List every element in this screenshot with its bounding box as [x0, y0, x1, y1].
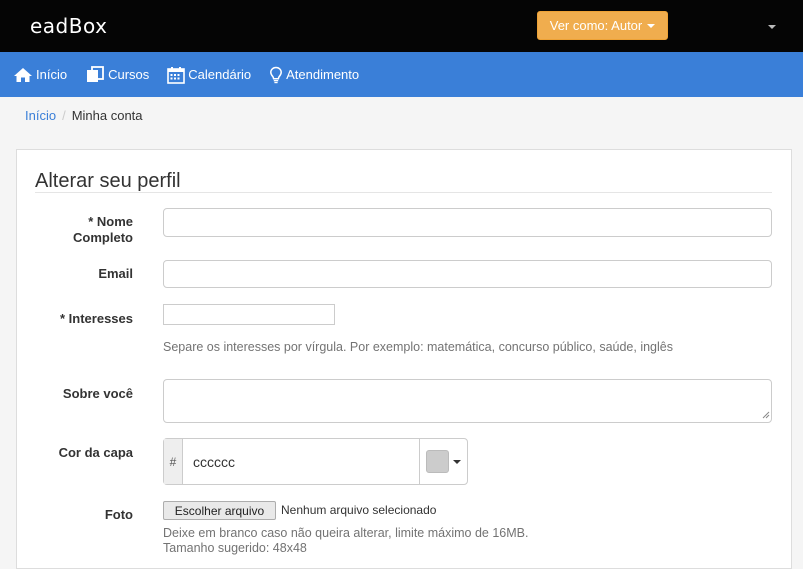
view-as-label: Ver como: Autor: [549, 18, 643, 33]
color-swatch: [426, 450, 449, 473]
nav-item-label: Calendário: [188, 67, 252, 82]
email-label: Email: [98, 266, 133, 281]
choose-file-button[interactable]: Escolher arquivo: [163, 501, 276, 520]
interests-label: * Interesses: [60, 311, 133, 326]
breadcrumb-current: Minha conta: [71, 108, 143, 123]
lightbulb-icon: [270, 66, 283, 83]
top-bar: eadBox Ver como: Autor: [0, 0, 803, 52]
photo-help-limit: Deixe em branco caso não queira alterar,…: [163, 526, 529, 540]
title-divider: [35, 192, 772, 193]
breadcrumb-home-link[interactable]: Início: [25, 108, 56, 123]
photo-label: Foto: [104, 507, 133, 522]
cover-color-label: Cor da capa: [58, 445, 133, 460]
name-label: * Nome Completo: [73, 214, 133, 245]
resize-handle-icon[interactable]: [761, 410, 770, 419]
nav-item-label: Cursos: [108, 67, 150, 82]
full-name-input[interactable]: [163, 208, 772, 237]
eadbox-logo[interactable]: eadBox: [30, 14, 107, 38]
calendar-icon: [167, 66, 186, 84]
cover-color-picker: # cccccc: [163, 438, 468, 485]
cover-color-input[interactable]: cccccc: [183, 439, 420, 484]
hash-addon: #: [164, 439, 183, 484]
color-swatch-button[interactable]: [420, 439, 467, 484]
nav-item-label: Início: [36, 67, 68, 82]
breadcrumb-separator: /: [62, 108, 66, 123]
chevron-down-icon: [453, 459, 461, 464]
interests-help: Separe os interesses por vírgula. Por ex…: [163, 340, 673, 354]
home-icon: [14, 67, 32, 82]
view-as-button[interactable]: Ver como: Autor: [537, 11, 668, 40]
nav-item-courses[interactable]: Cursos: [85, 66, 149, 83]
user-menu-caret-icon[interactable]: [768, 25, 776, 29]
nav-item-calendar[interactable]: Calendário: [167, 66, 251, 84]
nav-item-support[interactable]: Atendimento: [269, 66, 359, 84]
about-label: Sobre você: [62, 386, 133, 401]
photo-help-size: Tamanho sugerido: 48x48: [163, 541, 307, 555]
nav-item-label: Atendimento: [286, 67, 360, 82]
page-title: Alterar seu perfil: [35, 170, 181, 192]
email-input[interactable]: [163, 260, 772, 288]
nav-item-home[interactable]: Início: [13, 67, 67, 83]
about-textarea[interactable]: [163, 379, 772, 423]
breadcrumb: Início / Minha conta: [25, 108, 143, 123]
interests-input[interactable]: [163, 304, 335, 325]
file-status: Nenhum arquivo selecionado: [281, 503, 437, 517]
copy-icon: [87, 66, 104, 82]
chevron-down-icon: [647, 23, 656, 28]
main-nav: Início Cursos Calendário Atendimento: [0, 52, 803, 97]
